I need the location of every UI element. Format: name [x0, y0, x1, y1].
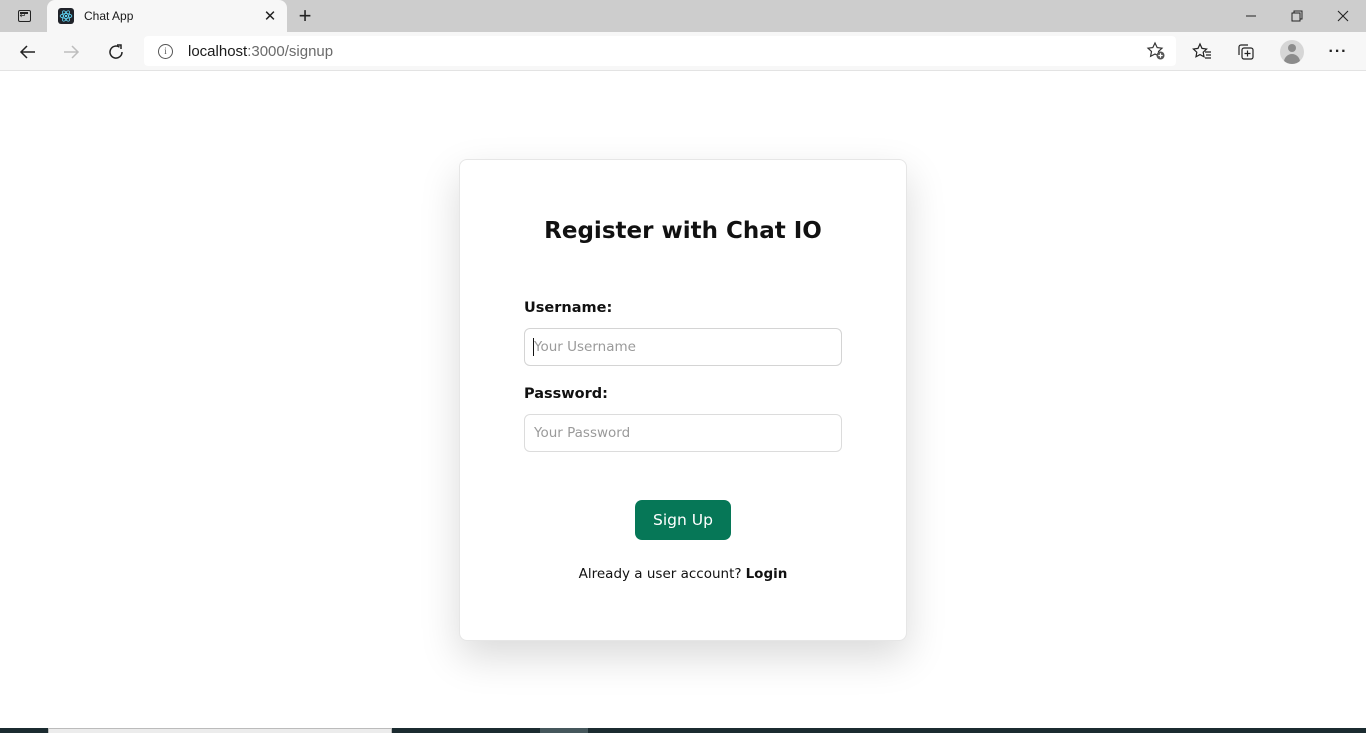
react-logo-icon — [58, 8, 74, 24]
arrow-right-icon — [64, 45, 80, 59]
add-favorite-icon — [1146, 41, 1165, 60]
tab-actions-button[interactable] — [12, 6, 36, 26]
favorites-icon — [1192, 42, 1211, 59]
collections-button[interactable] — [1233, 39, 1259, 65]
signup-card: Register with Chat IO Username: Password… — [459, 159, 907, 641]
restore-icon — [1291, 10, 1303, 22]
page-title: Register with Chat IO — [544, 218, 822, 244]
new-tab-button[interactable]: + — [292, 3, 318, 29]
login-link[interactable]: Login — [746, 566, 788, 582]
window-close-icon — [1337, 10, 1349, 22]
tab-close-button[interactable]: ✕ — [258, 4, 282, 28]
text-cursor — [533, 338, 534, 356]
plus-icon: + — [298, 3, 312, 28]
reload-button[interactable] — [100, 36, 132, 68]
minimize-icon — [1246, 15, 1256, 17]
page-content: Register with Chat IO Username: Password… — [0, 71, 1366, 728]
back-button[interactable] — [12, 36, 44, 68]
profile-button[interactable] — [1279, 39, 1305, 65]
login-prompt: Already a user account? Login — [460, 566, 906, 582]
forward-button[interactable] — [55, 36, 87, 68]
username-label: Username: — [524, 300, 613, 316]
window-close-button[interactable] — [1320, 0, 1366, 32]
password-input[interactable] — [524, 414, 842, 452]
login-prompt-text: Already a user account? — [578, 566, 742, 582]
favorites-button[interactable] — [1189, 39, 1215, 65]
tab-actions-icon — [17, 10, 31, 22]
signup-button[interactable]: Sign Up — [635, 500, 731, 540]
os-taskbar — [0, 728, 1366, 733]
profile-icon — [1280, 40, 1304, 64]
url-text[interactable]: localhost:3000/signup — [188, 43, 333, 60]
browser-tab[interactable]: Chat App ✕ — [47, 0, 287, 32]
taskbar-active-app[interactable] — [540, 728, 588, 733]
taskbar-search-box[interactable] — [48, 728, 392, 733]
username-input[interactable] — [524, 328, 842, 366]
more-icon: ··· — [1328, 43, 1348, 60]
more-button[interactable]: ··· — [1325, 39, 1351, 65]
site-info-icon[interactable]: i — [158, 43, 173, 59]
browser-toolbar: i localhost:3000/signup ··· — [0, 32, 1366, 71]
arrow-left-icon — [19, 45, 35, 59]
close-icon: ✕ — [263, 8, 277, 25]
password-label: Password: — [524, 386, 608, 402]
minimize-button[interactable] — [1228, 0, 1274, 32]
url-path: :3000/signup — [247, 42, 334, 60]
collections-icon — [1238, 44, 1254, 60]
add-favorite-button[interactable] — [1146, 41, 1166, 61]
url-host: localhost — [188, 42, 248, 60]
tab-title: Chat App — [84, 9, 134, 23]
restore-button[interactable] — [1274, 0, 1320, 32]
address-bar[interactable]: i localhost:3000/signup — [144, 36, 1176, 66]
reload-icon — [109, 44, 123, 59]
browser-titlebar: Chat App ✕ + — [0, 0, 1366, 32]
